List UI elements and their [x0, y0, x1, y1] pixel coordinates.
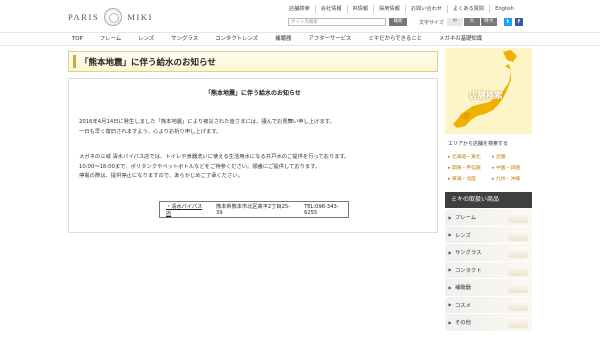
notice-paragraph-2: メガネの三城 清水バイパス店では、トイレや食器洗いに使える生活用水になる井戸水の… — [79, 153, 350, 182]
page-title-bar: 「熊本地震」に伴う給水のお知らせ — [68, 51, 438, 72]
products-list: ▶ フレーム ▶ レンズ ▶ サングラス ▶ コンタクト ▶ 補聴器 ▶ コスメ… — [445, 209, 532, 332]
region-kanto[interactable]: 関東・甲信越 — [448, 164, 492, 171]
gnav-hearing-aid[interactable]: 補聴器 — [275, 33, 291, 45]
product-label: レンズ — [455, 232, 471, 239]
region-tokai-hokuriku[interactable]: 東海・北陸 — [448, 175, 492, 182]
region-kyushu-okinawa[interactable]: 九州・沖縄 — [492, 175, 536, 182]
notice-heading: 「熊本地震」に伴う給水のお知らせ — [205, 90, 301, 97]
util-link-faq[interactable]: よくある質問 — [446, 5, 489, 13]
search-button[interactable]: 検索 — [389, 18, 407, 26]
title-accent — [73, 55, 76, 68]
triangle-icon: ▶ — [448, 284, 452, 290]
product-label: 補聴器 — [455, 285, 471, 292]
util-link-store-search[interactable]: 店舗検索 — [284, 5, 315, 13]
product-hearing-aid[interactable]: ▶ 補聴器 — [445, 279, 532, 297]
product-contact[interactable]: ▶ コンタクト — [445, 261, 532, 279]
utility-nav: 店舗検索 会社情報 IR情報 採用情報 お問い合わせ よくある質問 Englis… — [284, 5, 519, 13]
font-size-big-button[interactable]: 大 — [463, 18, 480, 26]
logo-text-right: MIKI — [127, 12, 154, 22]
products-header: ミキの取扱い商品 — [445, 192, 532, 208]
gnav-lens[interactable]: レンズ — [138, 33, 154, 45]
site-search-input[interactable]: サイト内検索 — [288, 18, 386, 26]
triangle-icon: ▶ — [448, 267, 452, 273]
product-cosme[interactable]: ▶ コスメ — [445, 296, 532, 314]
notice-line: メガネの三城 清水バイパス店では、トイレや食器洗いに使える生活用水になる井戸水の… — [79, 154, 350, 160]
product-label: その他 — [455, 320, 471, 327]
product-thumb — [508, 229, 528, 241]
triangle-icon: ▶ — [448, 319, 452, 325]
product-label: コンタクト — [455, 267, 482, 274]
notice-paragraph-1: 2016年4月14日に発生しました「熊本地震」により被災された皆さまには、謹んで… — [79, 118, 335, 137]
store-link[interactable]: ・清水バイパス店 — [166, 203, 204, 217]
triangle-icon: ▶ — [448, 214, 452, 220]
util-link-company[interactable]: 会社情報 — [314, 5, 347, 13]
product-thumb — [508, 264, 528, 276]
notice-panel: 「熊本地震」に伴う給水のお知らせ 2016年4月14日に発生しました「熊本地震」… — [68, 78, 438, 233]
store-search-banner-label: 店舗検索 — [469, 91, 503, 100]
gnav-frame[interactable]: フレーム — [100, 33, 121, 45]
product-frame[interactable]: ▶ フレーム — [445, 209, 532, 227]
search-row: サイト内検索 検索 文字サイズ 中 大 特大 t f — [288, 18, 523, 26]
product-sunglasses[interactable]: ▶ サングラス — [445, 244, 532, 262]
notice-line: 停電の際は、提供停止になりますので、あらかじめご了承ください。 — [79, 173, 243, 180]
facebook-icon[interactable]: f — [514, 18, 523, 26]
region-links: 北海道・東北 近畿 関東・甲信越 中国・四国 東海・北陸 九州・沖縄 — [448, 151, 536, 184]
product-other[interactable]: ▶ その他 — [445, 314, 532, 332]
font-size-huge-button[interactable]: 特大 — [480, 18, 497, 26]
store-search-banner[interactable]: 店舗検索 — [445, 48, 532, 134]
page-title: 「熊本地震」に伴う給水のお知らせ — [80, 57, 216, 68]
logo[interactable]: PARIS MIKI — [68, 6, 153, 28]
gnav-miki-value[interactable]: ミキだからできること — [368, 33, 422, 45]
product-thumb — [508, 317, 528, 328]
region-search-title: エリアから店舗を検索する — [448, 141, 509, 147]
util-link-recruit[interactable]: 採用情報 — [373, 5, 405, 13]
gnav-after-service[interactable]: アフターサービス — [308, 33, 351, 45]
util-link-ir[interactable]: IR情報 — [346, 5, 374, 13]
product-thumb — [508, 299, 528, 311]
gnav-sunglasses[interactable]: サングラス — [171, 33, 198, 45]
product-label: サングラス — [455, 250, 482, 257]
util-link-contact[interactable]: お問い合わせ — [404, 5, 447, 13]
notice-line: 2016年4月14日に発生しました「熊本地震」により被災された皆さまには、謹んで… — [79, 119, 335, 125]
product-label: コスメ — [455, 302, 471, 309]
gnav-top[interactable]: TOP — [72, 33, 83, 45]
product-thumb — [508, 282, 528, 293]
product-label: フレーム — [455, 215, 477, 222]
logo-text-left: PARIS — [68, 12, 100, 22]
triangle-icon: ▶ — [448, 249, 452, 255]
triangle-icon: ▶ — [448, 232, 452, 238]
triangle-icon: ▶ — [448, 302, 452, 308]
region-kinki[interactable]: 近畿 — [492, 153, 536, 160]
gnav-glasses-basics[interactable]: メガネの基礎知識 — [439, 33, 482, 45]
region-chugoku-shikoku[interactable]: 中国・四国 — [492, 164, 536, 171]
notice-line: 10:00～18:00まで、ポリタンクやペットボトルなどをご持参ください。順番に… — [79, 163, 321, 170]
store-address: 熊本県熊本市北区高平2丁目25-39 — [216, 204, 291, 216]
twitter-icon[interactable]: t — [503, 18, 512, 26]
product-thumb — [508, 247, 528, 258]
gnav-contact-lens[interactable]: コンタクトレンズ — [215, 33, 258, 45]
store-tel: TEL:096-343-6255 — [304, 203, 339, 216]
store-info-box: ・清水バイパス店 熊本県熊本市北区高平2丁目25-39 TEL:096-343-… — [159, 201, 349, 218]
font-size-mid-button[interactable]: 中 — [446, 18, 463, 26]
product-lens[interactable]: ▶ レンズ — [445, 226, 532, 244]
notice-line: 一日も早く復旧されますよう、心よりお祈り申し上げます。 — [79, 128, 222, 135]
region-hokkaido-tohoku[interactable]: 北海道・東北 — [448, 153, 492, 160]
font-size-label: 文字サイズ — [419, 19, 444, 26]
util-link-english[interactable]: English — [489, 5, 519, 13]
product-thumb — [508, 212, 528, 223]
logo-emblem-icon — [104, 8, 123, 26]
global-nav: TOP フレーム レンズ サングラス コンタクトレンズ 補聴器 アフターサービス… — [0, 32, 600, 46]
